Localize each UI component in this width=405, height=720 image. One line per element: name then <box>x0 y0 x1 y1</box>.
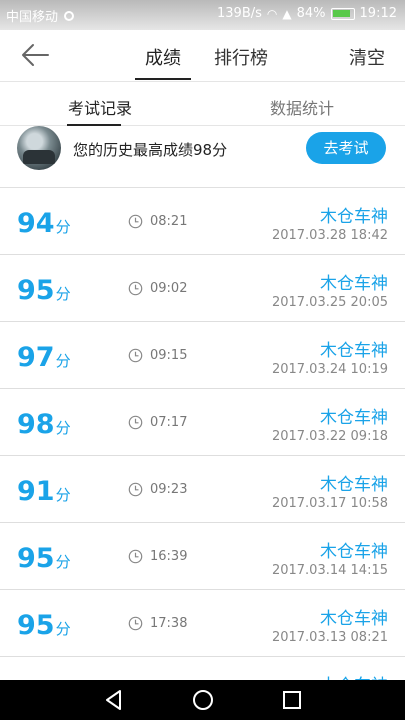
battery-icon <box>330 7 355 20</box>
clock-icon <box>128 214 143 229</box>
sub-tabs: 考试记录 数据统计 <box>0 81 405 126</box>
record-duration: 09:15 <box>150 348 188 363</box>
triangle-back-icon <box>106 690 121 710</box>
record-date: 2017.03.28 18:42 <box>271 228 388 243</box>
score-value: 98 <box>17 409 55 440</box>
clock-icon <box>128 616 143 631</box>
score-value: 95 <box>17 610 55 641</box>
record-score: 98分 <box>17 409 71 440</box>
record-user-name: 木仓车神 <box>320 207 388 227</box>
record-score: 91分 <box>17 476 71 507</box>
nav-bar <box>0 680 405 720</box>
clock-time: 19:12 <box>359 6 397 21</box>
record-duration: 08:21 <box>150 214 188 229</box>
avatar <box>17 126 61 170</box>
record-duration: 09:02 <box>150 281 188 296</box>
record-duration: 09:23 <box>150 482 188 497</box>
score-unit: 分 <box>55 419 71 437</box>
record-row[interactable]: 95分 09:02 木仓车神 2017.03.25 20:05 <box>0 255 405 322</box>
record-date: 2017.03.24 10:19 <box>271 362 388 377</box>
score-unit: 分 <box>55 218 71 236</box>
clock-icon <box>128 549 143 564</box>
clock-icon <box>128 281 143 296</box>
record-user-name: 木仓车神 <box>320 274 388 294</box>
record-duration: 16:39 <box>150 549 188 564</box>
record-score: 97分 <box>17 342 71 373</box>
record-row[interactable]: 98分 07:17 木仓车神 2017.03.22 09:18 <box>0 389 405 456</box>
arrow-left-icon <box>22 44 49 66</box>
record-row[interactable]: 95分 17:38 木仓车神 2017.03.13 08:21 <box>0 590 405 657</box>
tab-exam-records[interactable]: 考试记录 <box>68 95 132 119</box>
record-row[interactable]: 95分 16:39 木仓车神 2017.03.14 14:15 <box>0 523 405 590</box>
best-score-text: 您的历史最高成绩98分 <box>73 141 228 159</box>
record-score: 95分 <box>17 543 71 574</box>
score-value: 95 <box>17 275 55 306</box>
circle-home-icon <box>193 690 213 710</box>
home-nav-button[interactable] <box>192 689 214 711</box>
app-header: 成绩 排行榜 清空 <box>0 30 405 80</box>
battery-percent: 84% <box>296 6 326 21</box>
square-recents-icon <box>283 691 301 709</box>
record-duration: 17:38 <box>150 616 188 631</box>
back-button[interactable] <box>20 42 50 68</box>
best-score-row: 您的历史最高成绩98分 去考试 <box>0 126 405 188</box>
clear-button[interactable]: 清空 <box>349 44 385 70</box>
score-value: 95 <box>17 543 55 574</box>
record-user-name: 木仓车神 <box>320 408 388 428</box>
record-user-name: 木仓车神 <box>320 475 388 495</box>
record-score: 94分 <box>17 208 71 239</box>
record-duration: 07:17 <box>150 415 188 430</box>
signal-icon: ▲ <box>282 6 292 21</box>
score-unit: 分 <box>55 620 71 638</box>
sync-icon <box>64 10 75 21</box>
record-date: 2017.03.17 10:58 <box>271 496 388 511</box>
back-nav-button[interactable] <box>103 689 125 711</box>
tab-indicator <box>135 78 191 80</box>
record-user-name: 木仓车神 <box>320 341 388 361</box>
clock-icon <box>128 348 143 363</box>
score-value: 91 <box>17 476 55 507</box>
record-date: 2017.03.25 20:05 <box>271 295 388 310</box>
tab-scores[interactable]: 成绩 <box>145 44 181 70</box>
score-unit: 分 <box>55 285 71 303</box>
record-date: 2017.03.14 14:15 <box>271 563 388 578</box>
score-value: 94 <box>17 208 55 239</box>
recents-nav-button[interactable] <box>281 689 303 711</box>
record-date: 2017.03.13 08:21 <box>271 630 388 645</box>
record-row[interactable]: 91分 09:23 木仓车神 2017.03.17 10:58 <box>0 456 405 523</box>
record-row[interactable]: 97分 09:15 木仓车神 2017.03.24 10:19 <box>0 322 405 389</box>
record-row[interactable]: 94分 08:21 木仓车神 2017.03.28 18:42 <box>0 188 405 255</box>
score-value: 97 <box>17 342 55 373</box>
clock-icon <box>128 415 143 430</box>
network-speed: 139B/s <box>217 6 262 21</box>
record-date: 2017.03.22 09:18 <box>271 429 388 444</box>
wifi-icon: ◠ <box>266 6 278 21</box>
carrier-label: 中国移动 <box>6 10 59 25</box>
score-unit: 分 <box>55 486 71 504</box>
record-user-name: 木仓车神 <box>320 609 388 629</box>
score-unit: 分 <box>55 352 71 370</box>
record-score: 95分 <box>17 275 71 306</box>
go-exam-button[interactable]: 去考试 <box>306 132 386 164</box>
tab-leaderboard[interactable]: 排行榜 <box>214 44 268 70</box>
record-user-name: 木仓车神 <box>320 542 388 562</box>
clock-icon <box>128 482 143 497</box>
tab-statistics[interactable]: 数据统计 <box>270 95 334 119</box>
status-bar: 中国移动 139B/s ◠ ▲ 84% 19:12 <box>0 0 405 30</box>
record-score: 95分 <box>17 610 71 641</box>
records-list: 94分 08:21 木仓车神 2017.03.28 18:42 95分 09:02 木仓车神… <box>0 188 405 720</box>
score-unit: 分 <box>55 553 71 571</box>
